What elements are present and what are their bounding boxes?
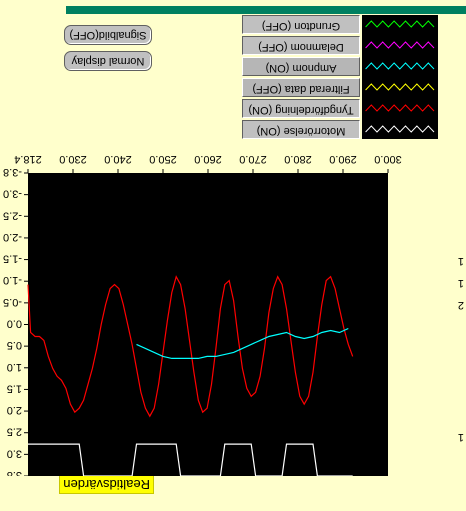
x-tick-label: 280.0	[284, 153, 312, 165]
signalbild-button[interactable]: Signalbild(OFF)	[64, 25, 152, 45]
y-axis: 3.8 3.0 2.5 2.0 1.5 1.0 0.5 0.0 -0.5 -1.0 -1.5 -2.0…	[3, 166, 28, 476]
legend-swatch-background	[362, 15, 438, 139]
legend-button-ampnom[interactable]: Ampnom (ON)	[242, 57, 360, 76]
legend-button-motor[interactable]: Motorrörelse (ON)	[242, 120, 360, 139]
x-tick-label: 290.0	[329, 153, 357, 165]
margin-label: 1	[457, 277, 464, 289]
margin-label: 1	[457, 431, 464, 443]
y-tick-label: -2.5	[3, 209, 22, 221]
legend-button-delamnom[interactable]: Delamnom (OFF)	[242, 36, 360, 55]
y-tick-label: -0.5	[3, 296, 22, 308]
legend-button-weight[interactable]: Tyngdfördelning (ON)	[242, 99, 360, 118]
y-tick-label: -3.0	[3, 188, 22, 200]
panel: Realtidsvärden 3.8 3.0 2.5 2.0 1.5 1.0 0.5 0.0 -…	[0, 0, 466, 511]
x-tick-label: 270.0	[239, 153, 267, 165]
plot-background	[28, 173, 388, 476]
y-tick-label: -3.8	[3, 166, 22, 178]
legend-button-filtered[interactable]: Filtrerad data (OFF)	[242, 78, 360, 97]
chart-title: Realtidsvärden	[59, 475, 154, 494]
y-tick-label: 1.0	[7, 361, 22, 373]
normal-display-button[interactable]: Normal display	[64, 51, 152, 71]
y-tick-label: -1.0	[3, 274, 22, 286]
legend-swatches	[362, 15, 438, 139]
x-tick-label: 218.4	[14, 153, 42, 165]
y-tick-label: 2.0	[7, 404, 22, 416]
x-tick-label: 240.0	[104, 153, 132, 165]
y-tick-label: -2.0	[3, 231, 22, 243]
x-tick-label: 230.0	[59, 153, 87, 165]
y-tick-label: 2.5	[7, 426, 22, 438]
y-tick-label: 0.5	[7, 339, 22, 351]
y-tick-label: 3.0	[7, 447, 22, 459]
x-tick-label: 260.0	[194, 153, 222, 165]
x-tick-label: 300.0	[374, 153, 402, 165]
x-tick-label: 250.0	[149, 153, 177, 165]
margin-label: 2	[457, 299, 464, 311]
screen: Realtidsvärden 3.8 3.0 2.5 2.0 1.5 1.0 0.5 0.0 -…	[0, 0, 466, 511]
y-tick-label: 1.5	[7, 382, 22, 394]
y-tick-label: 0.0	[7, 318, 22, 330]
legend-button-grundton[interactable]: Grundton (OFF)	[242, 15, 360, 34]
x-axis: 218.4 230.0 240.0 250.0 260.0 270.0 280.0 290.0…	[14, 153, 402, 173]
top-bar	[66, 6, 466, 14]
margin-label: 1	[457, 255, 464, 267]
y-tick-label: 3.8	[7, 469, 22, 476]
plot-svg: 3.8 3.0 2.5 2.0 1.5 1.0 0.5 0.0 -0.5 -1.0 -1.5 -2.0…	[3, 153, 402, 476]
y-tick-label: -1.5	[3, 253, 22, 265]
